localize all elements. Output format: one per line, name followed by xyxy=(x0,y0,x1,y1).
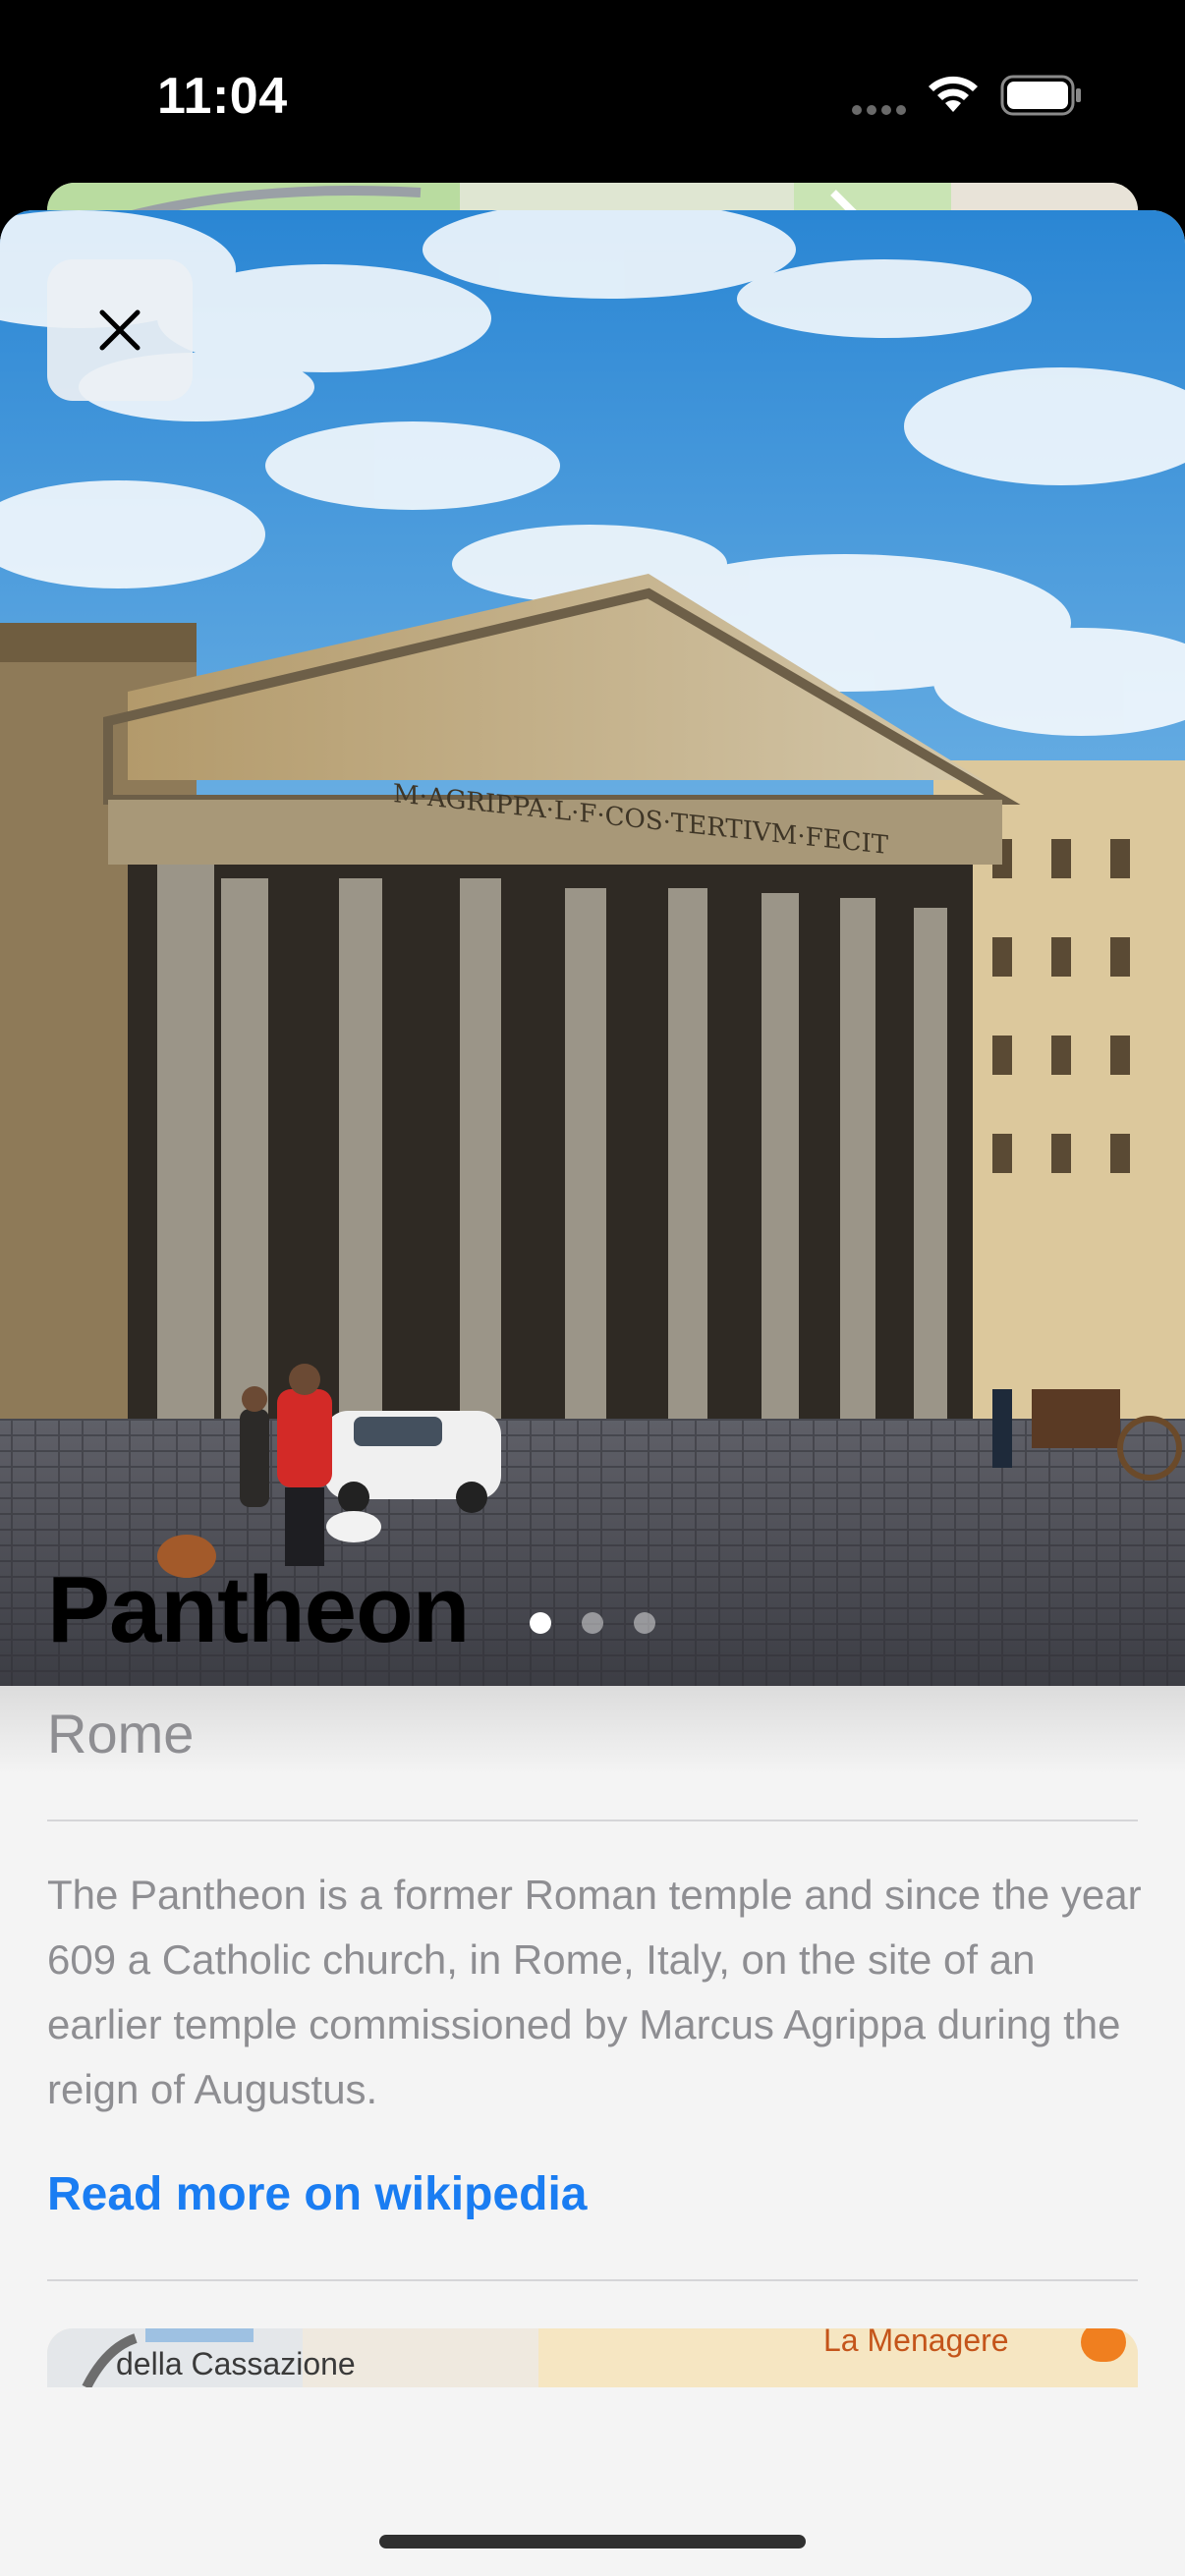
page-dot[interactable] xyxy=(634,1612,655,1634)
page-dot[interactable] xyxy=(582,1612,603,1634)
divider xyxy=(47,2279,1138,2281)
divider xyxy=(47,1820,1138,1821)
battery-icon xyxy=(1000,75,1081,116)
status-time: 11:04 xyxy=(157,68,288,125)
status-bar: 11:04 xyxy=(0,0,1185,196)
wikipedia-link[interactable]: Read more on wikipedia xyxy=(47,2167,587,2221)
place-description: The Pantheon is a former Roman temple an… xyxy=(47,1872,1142,2112)
map-label: La Menagere xyxy=(823,2328,1009,2358)
close-button[interactable] xyxy=(47,259,193,401)
close-icon xyxy=(99,309,141,351)
pantheon-photo: M·AGRIPPA·L·F·COS·TERTIVM·FECIT xyxy=(0,210,1185,1686)
wifi-icon xyxy=(929,76,978,112)
location-map[interactable]: della Cassazione La Menagere xyxy=(47,2328,1138,2387)
map-label: della Cassazione xyxy=(116,2346,356,2381)
restaurant-icon[interactable] xyxy=(1081,2328,1126,2362)
place-city: Rome xyxy=(47,1703,195,1764)
cellular-dots-icon xyxy=(852,105,906,115)
place-title: Pantheon xyxy=(47,1557,470,1662)
photo-carousel[interactable]: M·AGRIPPA·L·F·COS·TERTIVM·FECIT xyxy=(0,210,1185,1686)
home-indicator[interactable] xyxy=(379,2535,806,2548)
page-indicator[interactable] xyxy=(521,1609,668,1637)
screen: 11:04 M·AGRIPPA·L·F·COS·TERTIVM·FECIT Pa… xyxy=(0,0,1185,2576)
page-dot-active[interactable] xyxy=(530,1612,551,1634)
